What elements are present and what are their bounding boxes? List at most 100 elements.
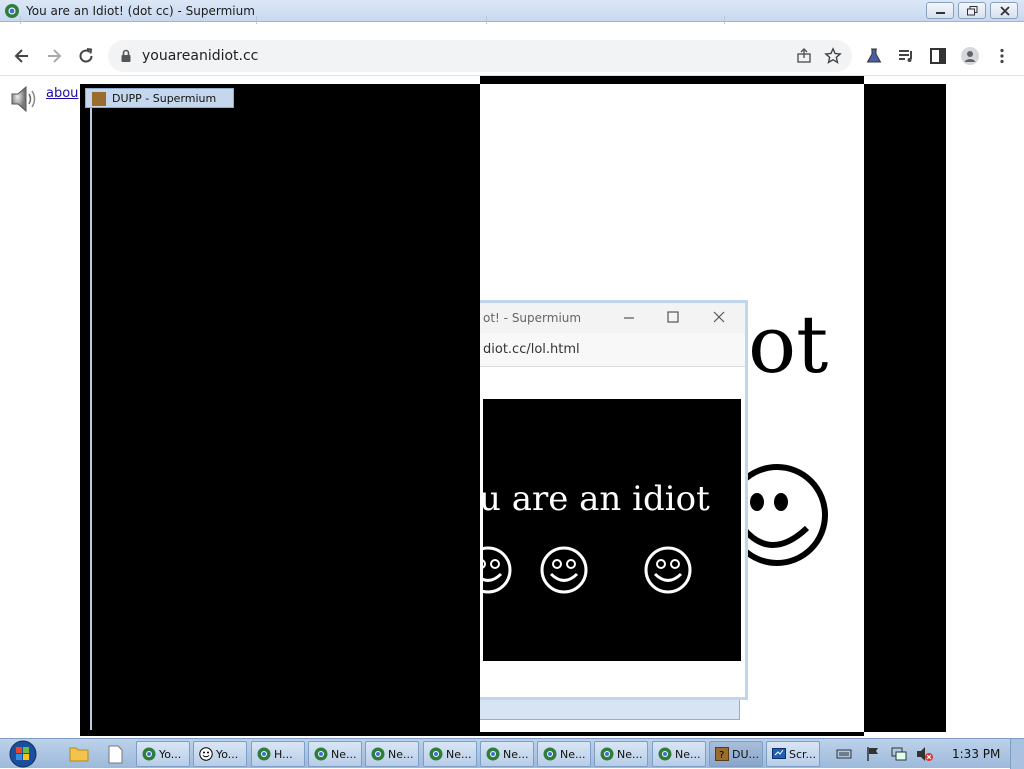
- supermium-icon: [543, 747, 557, 761]
- taskbar-item-label: Ne...: [331, 748, 357, 761]
- taskbar-item-label: Ne...: [388, 748, 414, 761]
- popup-window: ot! - Supermium diot.cc/lol.html u are a…: [470, 300, 748, 720]
- smiley-face-icon: [540, 546, 588, 594]
- smiley-face-icon: [735, 464, 828, 566]
- smiley-face-icon: [483, 546, 512, 594]
- idiot-headline: ot: [748, 298, 829, 391]
- avatar-icon: [961, 47, 979, 65]
- side-panel-button[interactable]: [926, 44, 950, 68]
- share-icon[interactable]: [796, 48, 812, 64]
- minimize-icon: [936, 12, 945, 14]
- taskbar-item[interactable]: Ne...: [537, 741, 591, 767]
- dupp-icon: [92, 92, 106, 106]
- close-icon[interactable]: [713, 311, 725, 323]
- media-queue-icon: [899, 50, 912, 62]
- show-desktop-button[interactable]: [1010, 739, 1024, 769]
- taskbar-item-label: DU...: [732, 748, 760, 761]
- supermium-icon: [429, 747, 443, 761]
- popup-page-content: u are an idiot: [483, 399, 741, 661]
- kebab-menu-icon: [1000, 48, 1004, 64]
- taskbar-item[interactable]: Ne...: [308, 741, 362, 767]
- supermium-icon: [658, 747, 672, 761]
- smiley-icon: [199, 747, 213, 761]
- supermium-icon: [600, 747, 614, 761]
- taskbar-item-label: Ne...: [446, 748, 472, 761]
- supermium-icon: [257, 747, 271, 761]
- taskbar-item[interactable]: Yo...: [136, 741, 190, 767]
- minimize-button[interactable]: [926, 2, 954, 19]
- restore-icon: [967, 6, 978, 16]
- browser-toolbar: youareanidiot.cc: [0, 36, 1024, 76]
- popup-address-bar[interactable]: diot.cc/lol.html: [473, 333, 745, 367]
- taskbar-item-label: H...: [274, 748, 293, 761]
- taskbar-item-label: Ne...: [675, 748, 701, 761]
- speaker-icon[interactable]: [8, 84, 40, 114]
- flask-icon: [866, 48, 882, 63]
- taskbar-item-label: Yo...: [159, 748, 182, 761]
- taskbar-item[interactable]: Ne...: [652, 741, 706, 767]
- supermium-icon: [486, 747, 500, 761]
- taskbar-item[interactable]: Ne...: [365, 741, 419, 767]
- url-text[interactable]: youareanidiot.cc: [142, 48, 258, 64]
- dupp-window-content[interactable]: [90, 104, 480, 730]
- forward-arrow-icon: [48, 49, 62, 63]
- black-popup-window-right: [864, 84, 946, 732]
- dupp-icon: ?: [715, 747, 729, 761]
- taskbar-item[interactable]: Ne...: [594, 741, 648, 767]
- taskbar: Yo... Yo... H... Ne... Ne... Ne... Ne... Ne... N…: [0, 738, 1024, 769]
- smiley-face-icon: [644, 546, 692, 594]
- reload-icon: [79, 48, 93, 63]
- taskbar-item[interactable]: H...: [251, 741, 305, 767]
- supermium-icon: [5, 4, 19, 18]
- taskbar-item[interactable]: ? DU...: [709, 741, 763, 767]
- keyboard-icon[interactable]: [836, 748, 852, 760]
- taskbar-item[interactable]: Scr...: [766, 741, 820, 767]
- taskbar-item[interactable]: Yo...: [193, 741, 247, 767]
- volume-muted-icon[interactable]: [916, 746, 934, 762]
- bookmark-star-icon[interactable]: [824, 47, 842, 65]
- svg-text:?: ?: [719, 750, 724, 761]
- menu-button[interactable]: [990, 44, 1014, 68]
- dupp-titlebar[interactable]: DUPP - Supermium: [85, 88, 234, 108]
- popup-titlebar: ot! - Supermium: [473, 303, 745, 333]
- taskbar-item[interactable]: Ne...: [480, 741, 534, 767]
- clock[interactable]: 1:33 PM: [952, 747, 1000, 761]
- taskbar-item-label: Ne...: [617, 748, 643, 761]
- side-panel-icon: [930, 48, 946, 64]
- close-button[interactable]: [990, 2, 1018, 19]
- taskbar-item-label: Ne...: [560, 748, 586, 761]
- taskbar-item[interactable]: Ne...: [423, 741, 477, 767]
- popup-url[interactable]: diot.cc/lol.html: [483, 342, 580, 357]
- forward-button[interactable]: [42, 44, 66, 68]
- profile-button[interactable]: [958, 44, 982, 68]
- close-icon: [1000, 6, 1010, 16]
- media-queue-button[interactable]: [894, 44, 918, 68]
- action-center-flag-icon[interactable]: [866, 746, 880, 762]
- supermium-icon: [371, 747, 385, 761]
- lock-icon[interactable]: [120, 49, 132, 63]
- explorer-folder-icon[interactable]: [64, 742, 94, 766]
- supermium-icon: [142, 747, 156, 761]
- popup-frame: ot! - Supermium diot.cc/lol.html u are a…: [470, 300, 748, 700]
- popup-title: ot! - Supermium: [483, 311, 582, 325]
- taskbar-item-label: Ne...: [503, 748, 529, 761]
- taskbar-item-label: Scr...: [789, 748, 817, 761]
- popup-idiot-text: u are an idiot: [483, 479, 710, 519]
- about-link[interactable]: abou: [46, 86, 78, 101]
- maximize-icon[interactable]: [667, 311, 679, 323]
- dupp-title: DUPP - Supermium: [112, 92, 217, 105]
- lab-flask-button[interactable]: [862, 44, 886, 68]
- tab-strip: [20, 16, 780, 24]
- start-button[interactable]: [8, 740, 38, 768]
- supermium-icon: [314, 747, 328, 761]
- screen-recorder-icon: [772, 748, 786, 759]
- network-icon[interactable]: [890, 746, 908, 762]
- back-arrow-icon: [14, 49, 28, 63]
- minimize-icon[interactable]: [623, 313, 635, 323]
- restore-button[interactable]: [958, 2, 986, 19]
- document-icon[interactable]: [100, 742, 130, 766]
- taskbar-item-label: Yo...: [216, 748, 239, 761]
- back-button[interactable]: [10, 44, 34, 68]
- address-bar[interactable]: youareanidiot.cc: [108, 40, 852, 72]
- reload-button[interactable]: [74, 44, 98, 68]
